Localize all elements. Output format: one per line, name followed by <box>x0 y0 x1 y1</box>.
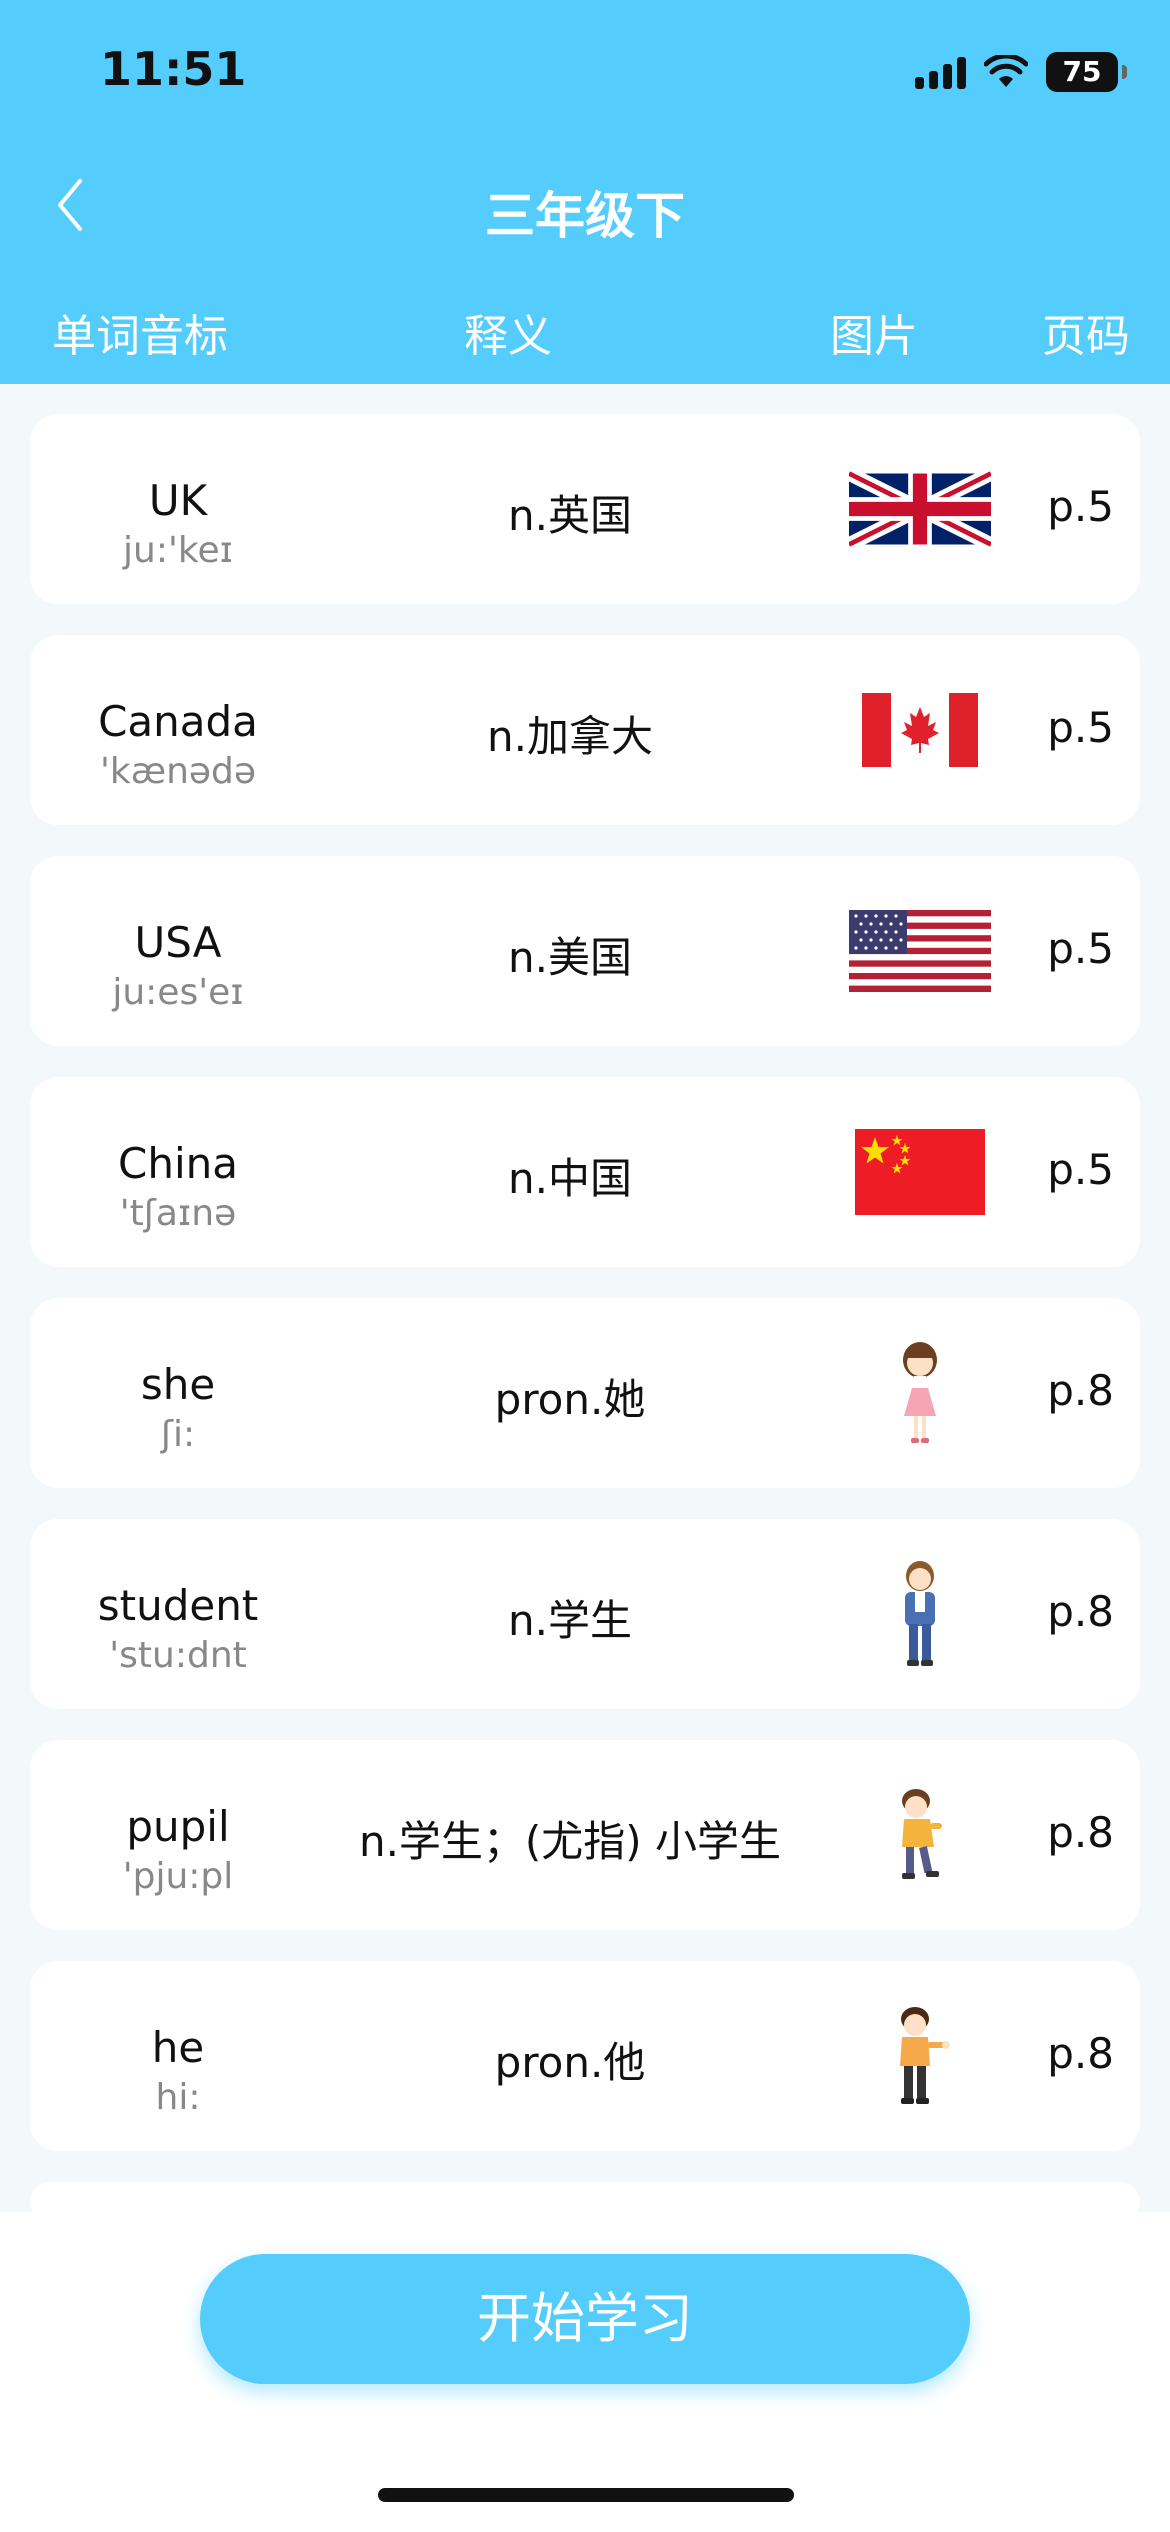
word-picture <box>830 1764 1010 1906</box>
battery-icon: 75 <box>1046 52 1127 92</box>
student-cartoon-icon <box>905 1561 935 1666</box>
word-meaning: n.加拿大 <box>487 712 653 761</box>
home-indicator[interactable] <box>378 2488 794 2502</box>
boy-cartoon-icon <box>902 1789 942 1879</box>
column-header-meaning: 释义 <box>464 311 552 362</box>
word-card[interactable]: Canada 'kænədə n.加拿大 p.5 <box>30 635 1140 825</box>
column-header-word: 单词音标 <box>52 311 228 362</box>
word-picture <box>830 1985 1010 2127</box>
word-card[interactable]: UK ju:'keɪ n.英国 p.5 <box>30 414 1140 604</box>
word-meaning: pron.她 <box>494 1375 646 1424</box>
word-page: p.8 <box>1047 1366 1114 1415</box>
word-meaning: n.美国 <box>508 933 632 982</box>
start-learning-button[interactable]: 开始学习 <box>200 2254 970 2384</box>
boy-waving-cartoon-icon <box>900 2007 950 2104</box>
word-picture <box>830 1543 1010 1685</box>
word-card[interactable]: he hi: pron.他 p.8 <box>30 1961 1140 2151</box>
word-card[interactable]: she ʃi: pron.她 p.8 <box>30 1298 1140 1488</box>
column-header-picture: 图片 <box>830 311 918 362</box>
word-page: p.8 <box>1047 1587 1114 1636</box>
word-meaning: pron.他 <box>494 2038 646 2087</box>
word-card[interactable]: student 'stu:dnt n.学生 p.8 <box>30 1519 1140 1709</box>
word-card[interactable]: pupil 'pju:pl n.学生；(尤指) 小学生 p.8 <box>30 1740 1140 1930</box>
header: 11:51 75 三年级下 单词音标 释义 图片 页码 <box>0 0 1170 384</box>
canada-flag-icon <box>862 693 978 767</box>
word-page: p.5 <box>1047 703 1114 752</box>
wifi-icon <box>984 55 1028 87</box>
word-page: p.8 <box>1047 2029 1114 2078</box>
page-title: 三年级下 <box>485 187 685 245</box>
signal-icon <box>915 55 966 89</box>
status-icons: 75 <box>915 50 1127 94</box>
word-card[interactable]: USA ju:es'eɪ n.美国 p.5 <box>30 856 1140 1046</box>
screen: 11:51 75 三年级下 单词音标 释义 图片 页码 UK ju:'keɪ n… <box>0 0 1170 2532</box>
word-picture <box>830 880 1010 1022</box>
footer: 开始学习 <box>0 2212 1170 2532</box>
usa-flag-icon <box>849 910 991 992</box>
word-meaning: n.学生 <box>508 1596 632 1645</box>
girl-cartoon-icon <box>903 1342 937 1443</box>
china-flag-icon <box>855 1129 985 1215</box>
word-page: p.5 <box>1047 482 1114 531</box>
word-page: p.5 <box>1047 1145 1114 1194</box>
word-meaning: n.英国 <box>508 491 632 540</box>
word-list: UK ju:'keɪ n.英国 p.5 Canada 'kænədə n.加拿大 <box>30 414 1140 2222</box>
column-header-page: 页码 <box>1042 311 1130 362</box>
word-meaning: n.学生；(尤指) 小学生 <box>358 1817 782 1866</box>
uk-flag-icon <box>849 468 991 550</box>
word-card[interactable]: China 'tʃaɪnə n.中国 p.5 <box>30 1077 1140 1267</box>
word-picture <box>830 1101 1010 1243</box>
word-page: p.8 <box>1047 1808 1114 1857</box>
status-time: 11:51 <box>100 42 247 96</box>
word-picture <box>830 659 1010 801</box>
word-picture <box>830 1322 1010 1464</box>
word-page: p.5 <box>1047 924 1114 973</box>
word-picture <box>830 438 1010 580</box>
word-meaning: n.中国 <box>508 1154 632 1203</box>
